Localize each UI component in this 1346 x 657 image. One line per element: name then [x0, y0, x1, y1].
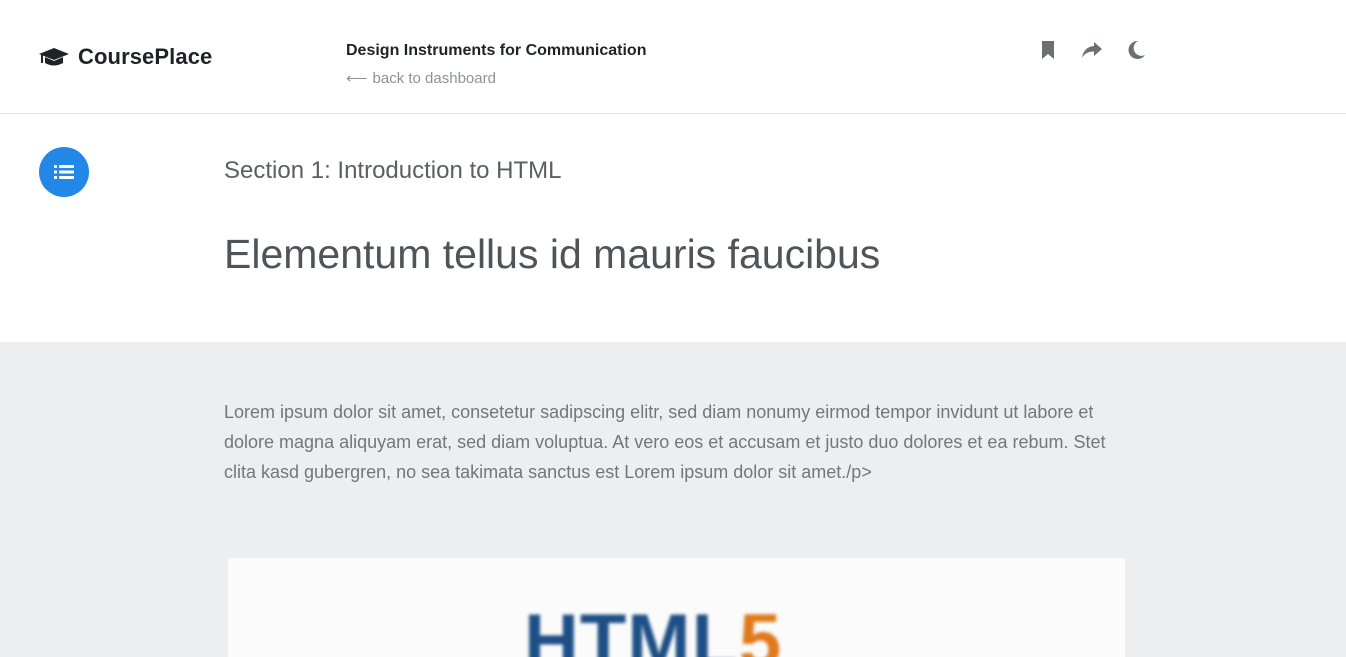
top-bar: CoursePlace Design Instruments for Commu… [0, 0, 1346, 114]
dark-mode-toggle[interactable] [1124, 38, 1148, 62]
share-button[interactable] [1080, 38, 1104, 62]
logo-text: HTML [524, 599, 740, 657]
lesson-paragraph: Lorem ipsum dolor sit amet, consetetur s… [224, 402, 1106, 482]
course-menu-button[interactable] [39, 147, 89, 197]
back-link-label: back to dashboard [372, 69, 496, 87]
share-icon [1082, 42, 1102, 58]
back-to-dashboard-link[interactable]: ⟵ back to dashboard [346, 69, 646, 88]
moon-icon [1128, 40, 1145, 59]
lesson-figure: HTML5 [228, 558, 1125, 657]
graduation-cap-icon [38, 46, 70, 68]
list-icon [54, 165, 74, 179]
course-title: Design Instruments for Communication [346, 42, 647, 59]
section-label: Section 1: Introduction to HTML [224, 157, 562, 184]
logo-number: 5 [739, 599, 783, 657]
lesson-content: Lorem ipsum dolor sit amet, consetetur s… [0, 342, 1346, 657]
lesson-header: Section 1: Introduction to HTML Elementu… [0, 115, 1346, 342]
arrow-left-icon: ⟵ [346, 70, 368, 87]
brand-name: CoursePlace [78, 44, 213, 69]
bookmark-button[interactable] [1036, 38, 1060, 62]
course-header: Design Instruments for Communication ⟵ b… [346, 42, 646, 87]
html5-logo-image: HTML5 [524, 598, 782, 657]
lesson-title: Elementum tellus id mauris faucibus [224, 231, 881, 277]
top-actions [1036, 38, 1148, 62]
brand-logo[interactable]: CoursePlace [38, 44, 212, 70]
bookmark-icon [1042, 41, 1054, 59]
